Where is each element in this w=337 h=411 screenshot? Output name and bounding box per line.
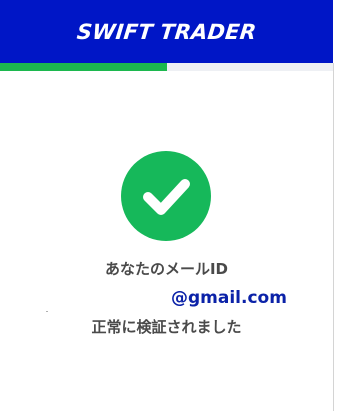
check-circle-icon — [121, 151, 211, 241]
progress-bar — [0, 63, 333, 71]
progress-bar-fill — [0, 63, 167, 71]
brand-logo-text: SWIFT TRADER — [75, 19, 258, 44]
faint-dot — [46, 311, 48, 312]
verification-page: SWIFT TRADER あなたのメールID @gmail.com 正常に検証さ… — [0, 0, 337, 411]
email-label: あなたのメールID — [104, 260, 229, 278]
app-header: SWIFT TRADER — [0, 0, 333, 63]
checkmark-icon — [143, 179, 190, 215]
verified-status-message: 正常に検証されました — [91, 318, 242, 336]
panel-right-border — [333, 63, 334, 411]
email-value: @gmail.com — [171, 288, 287, 308]
